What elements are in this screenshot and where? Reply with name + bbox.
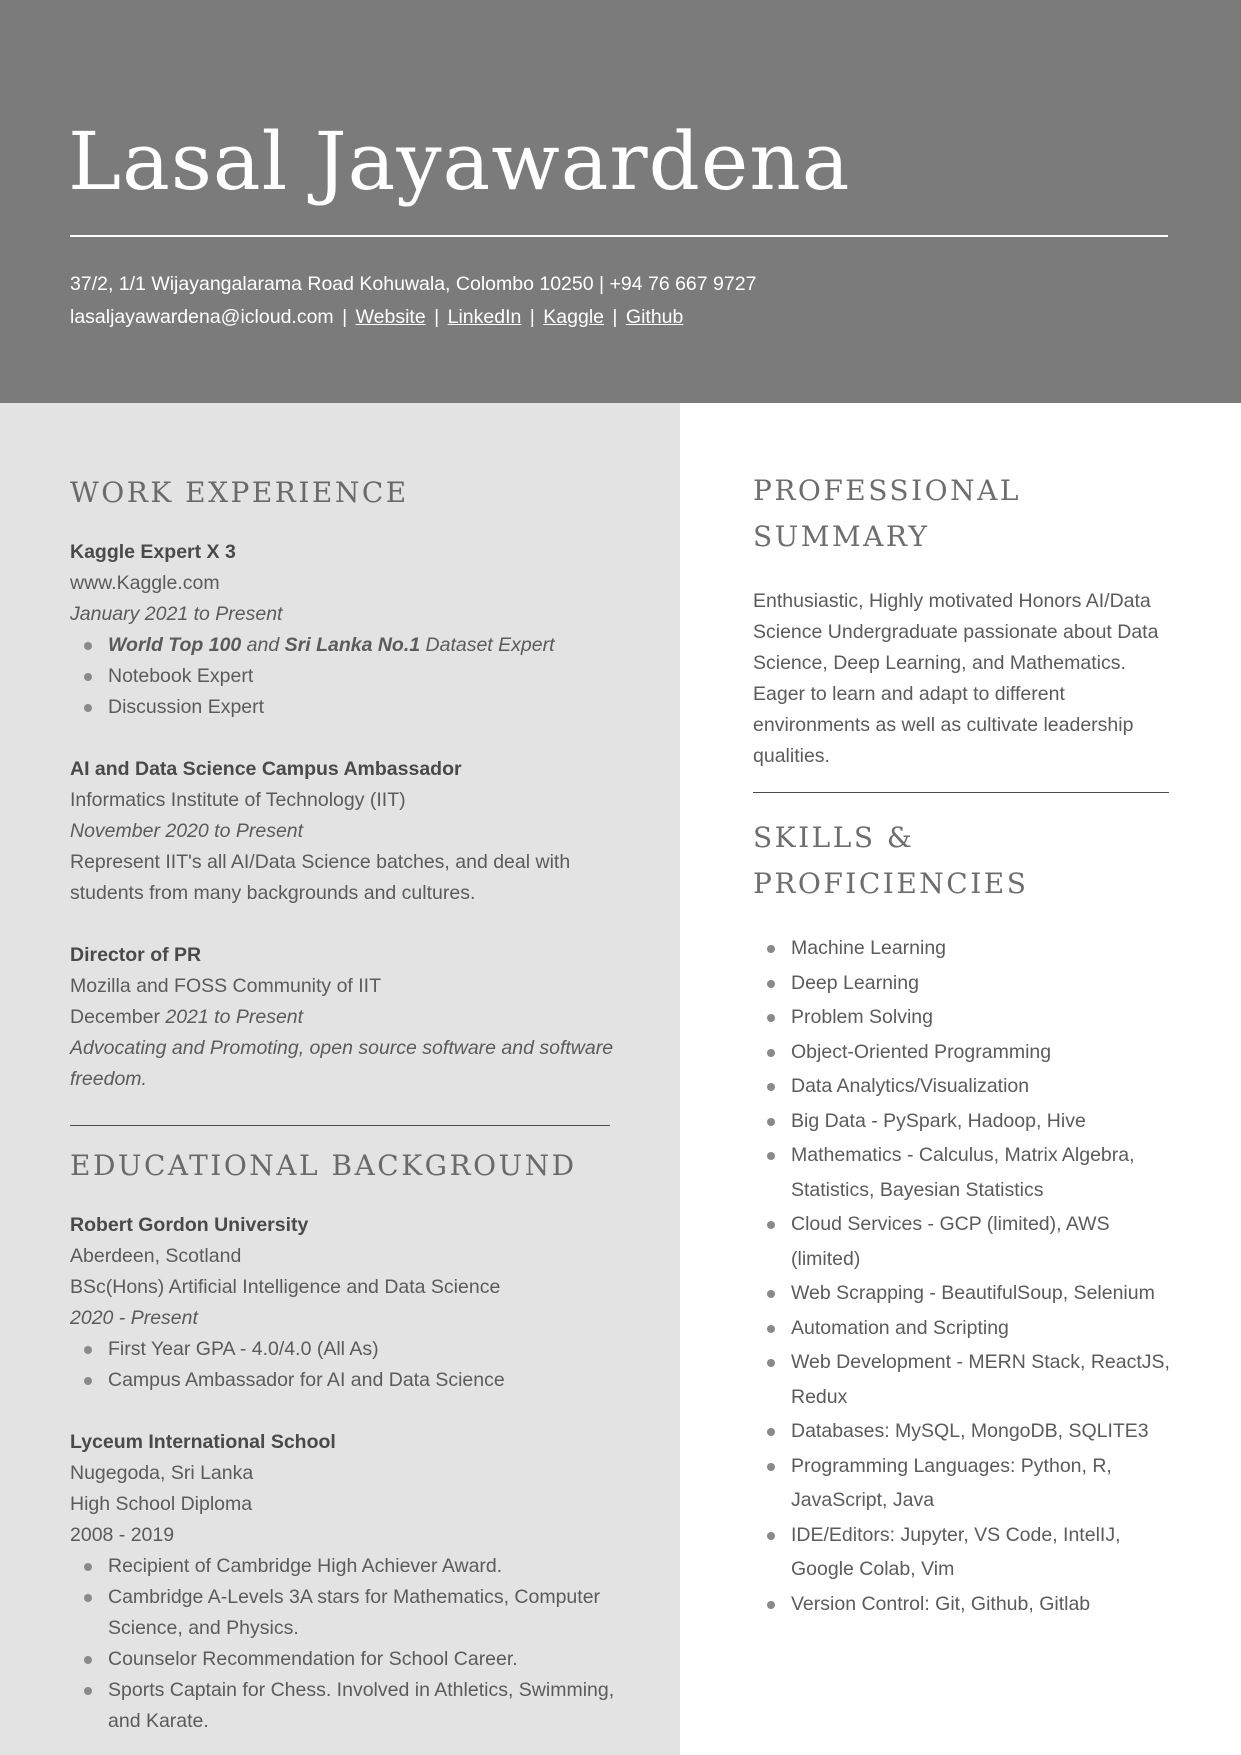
section-divider (753, 792, 1169, 793)
bullet-part: World Top 100 (108, 634, 242, 656)
summary-text: Enthusiastic, Highly motivated Honors AI… (753, 590, 1159, 767)
separator: | (342, 306, 348, 328)
summary-heading-line: PROFESSIONAL (753, 474, 1021, 507)
kaggle-link[interactable]: Kaggle (543, 306, 604, 328)
education-bullets: Recipient of Cambridge High Achiever Awa… (70, 1551, 615, 1737)
skill-item: Mathematics - Calculus, Matrix Algebra, … (767, 1138, 1171, 1207)
skill-item: Automation and Scripting (767, 1311, 1171, 1346)
bullet-item: Discussion Expert (84, 692, 615, 723)
separator: | (612, 306, 618, 328)
skill-item: Data Analytics/Visualization (767, 1069, 1171, 1104)
email-text: lasaljayawardena@icloud.com (70, 306, 334, 328)
bullet-item: Sports Captain for Chess. Involved in At… (84, 1675, 615, 1737)
bullet-item: First Year GPA - 4.0/4.0 (All As) (84, 1334, 615, 1365)
skill-item: IDE/Editors: Jupyter, VS Code, IntelIJ, … (767, 1518, 1171, 1587)
job-bullets: World Top 100 and Sri Lanka No.1 Dataset… (70, 630, 615, 723)
section-divider (70, 1125, 610, 1126)
job-title: AI and Data Science Campus Ambassador (70, 758, 462, 780)
bullet-item: Counselor Recommendation for School Care… (84, 1644, 615, 1675)
skill-item: Cloud Services - GCP (limited), AWS (lim… (767, 1207, 1171, 1276)
skill-item: Version Control: Git, Github, Gitlab (767, 1587, 1171, 1622)
work-entry: AI and Data Science Campus Ambassador In… (70, 754, 615, 909)
degree: BSc(Hons) Artificial Intelligence and Da… (70, 1276, 501, 1298)
contact-links-line: lasaljayawardena@icloud.com | Website | … (70, 301, 756, 334)
skill-item: Programming Languages: Python, R, JavaSc… (767, 1449, 1171, 1518)
header-divider (70, 235, 1168, 237)
job-org: www.Kaggle.com (70, 572, 220, 594)
education-entry: Robert Gordon University Aberdeen, Scotl… (70, 1210, 615, 1396)
github-link[interactable]: Github (626, 306, 683, 328)
skill-item: Machine Learning (767, 931, 1171, 966)
skills-heading-line: PROFICIENCIES (753, 867, 1029, 900)
bullet-part: Dataset Expert (420, 634, 555, 656)
skill-item: Problem Solving (767, 1000, 1171, 1035)
institution-name: Lyceum International School (70, 1431, 336, 1453)
job-dates-rest: 2021 to Present (159, 1006, 304, 1028)
skill-item: Web Scrapping - BeautifulSoup, Selenium (767, 1276, 1171, 1311)
job-description: Advocating and Promoting, open source so… (70, 1037, 614, 1090)
left-column: WORK EXPERIENCE Kaggle Expert X 3 www.Ka… (0, 403, 680, 1755)
bullet-part: Sri Lanka No.1 (284, 634, 421, 656)
education-dates: 2008 - 2019 (70, 1524, 175, 1546)
skill-item: Databases: MySQL, MongoDB, SQLITE3 (767, 1414, 1171, 1449)
separator: | (529, 306, 535, 328)
skills-heading-line: SKILLS & (753, 821, 915, 854)
skills-bullets: Machine Learning Deep Learning Problem Sol… (753, 931, 1171, 1621)
education-entry: Lyceum International School Nugegoda, Sr… (70, 1427, 615, 1737)
work-entry: Director of PR Mozilla and FOSS Communit… (70, 940, 615, 1095)
bullet-item: World Top 100 and Sri Lanka No.1 Dataset… (84, 630, 615, 661)
candidate-name: Lasal Jayawardena (68, 115, 851, 208)
skills-list: Machine Learning Deep Learning Problem Sol… (753, 931, 1171, 1621)
skill-item: Big Data - PySpark, Hadoop, Hive (767, 1104, 1171, 1139)
summary-heading: PROFESSIONAL SUMMARY (753, 468, 1171, 560)
job-org: Mozilla and FOSS Community of IIT (70, 975, 382, 997)
bullet-item: Campus Ambassador for AI and Data Scienc… (84, 1365, 615, 1396)
job-dates: January 2021 to Present (70, 603, 283, 625)
right-column: PROFESSIONAL SUMMARY Enthusiastic, Highl… (753, 468, 1171, 1621)
bullet-item: Notebook Expert (84, 661, 615, 692)
job-description: Represent IIT's all AI/Data Science batc… (70, 851, 571, 904)
job-org: Informatics Institute of Technology (IIT… (70, 789, 406, 811)
job-dates-month: December (70, 1006, 160, 1028)
work-experience-heading: WORK EXPERIENCE (70, 476, 409, 509)
job-title: Director of PR (70, 944, 202, 966)
skill-item: Web Development - MERN Stack, ReactJS, R… (767, 1345, 1171, 1414)
skill-item: Deep Learning (767, 966, 1171, 1001)
separator: | (434, 306, 440, 328)
job-dates: December 2021 to Present (70, 1002, 615, 1033)
skill-item: Object-Oriented Programming (767, 1035, 1171, 1070)
education-bullets: First Year GPA - 4.0/4.0 (All As) Campus… (70, 1334, 615, 1396)
institution-name: Robert Gordon University (70, 1214, 309, 1236)
resume-header: Lasal Jayawardena 37/2, 1/1 Wijayangalar… (0, 0, 1241, 403)
website-link[interactable]: Website (356, 306, 426, 328)
education-dates: 2020 - Present (70, 1307, 198, 1329)
contact-info: 37/2, 1/1 Wijayangalarama Road Kohuwala,… (70, 268, 756, 334)
bullet-item: Cambridge A-Levels 3A stars for Mathemat… (84, 1582, 615, 1644)
address-phone: 37/2, 1/1 Wijayangalarama Road Kohuwala,… (70, 273, 757, 295)
bullet-part: and (241, 634, 285, 656)
summary-heading-line: SUMMARY (753, 520, 930, 553)
institution-location: Nugegoda, Sri Lanka (70, 1462, 254, 1484)
bullet-item: Recipient of Cambridge High Achiever Awa… (84, 1551, 615, 1582)
linkedin-link[interactable]: LinkedIn (448, 306, 522, 328)
institution-location: Aberdeen, Scotland (70, 1245, 242, 1267)
education-heading: EDUCATIONAL BACKGROUND (70, 1149, 577, 1182)
job-title: Kaggle Expert X 3 (70, 541, 236, 563)
skills-heading: SKILLS & PROFICIENCIES (753, 815, 1171, 907)
job-dates: November 2020 to Present (70, 820, 304, 842)
work-entry: Kaggle Expert X 3 www.Kaggle.com January… (70, 537, 615, 723)
degree: High School Diploma (70, 1493, 253, 1515)
